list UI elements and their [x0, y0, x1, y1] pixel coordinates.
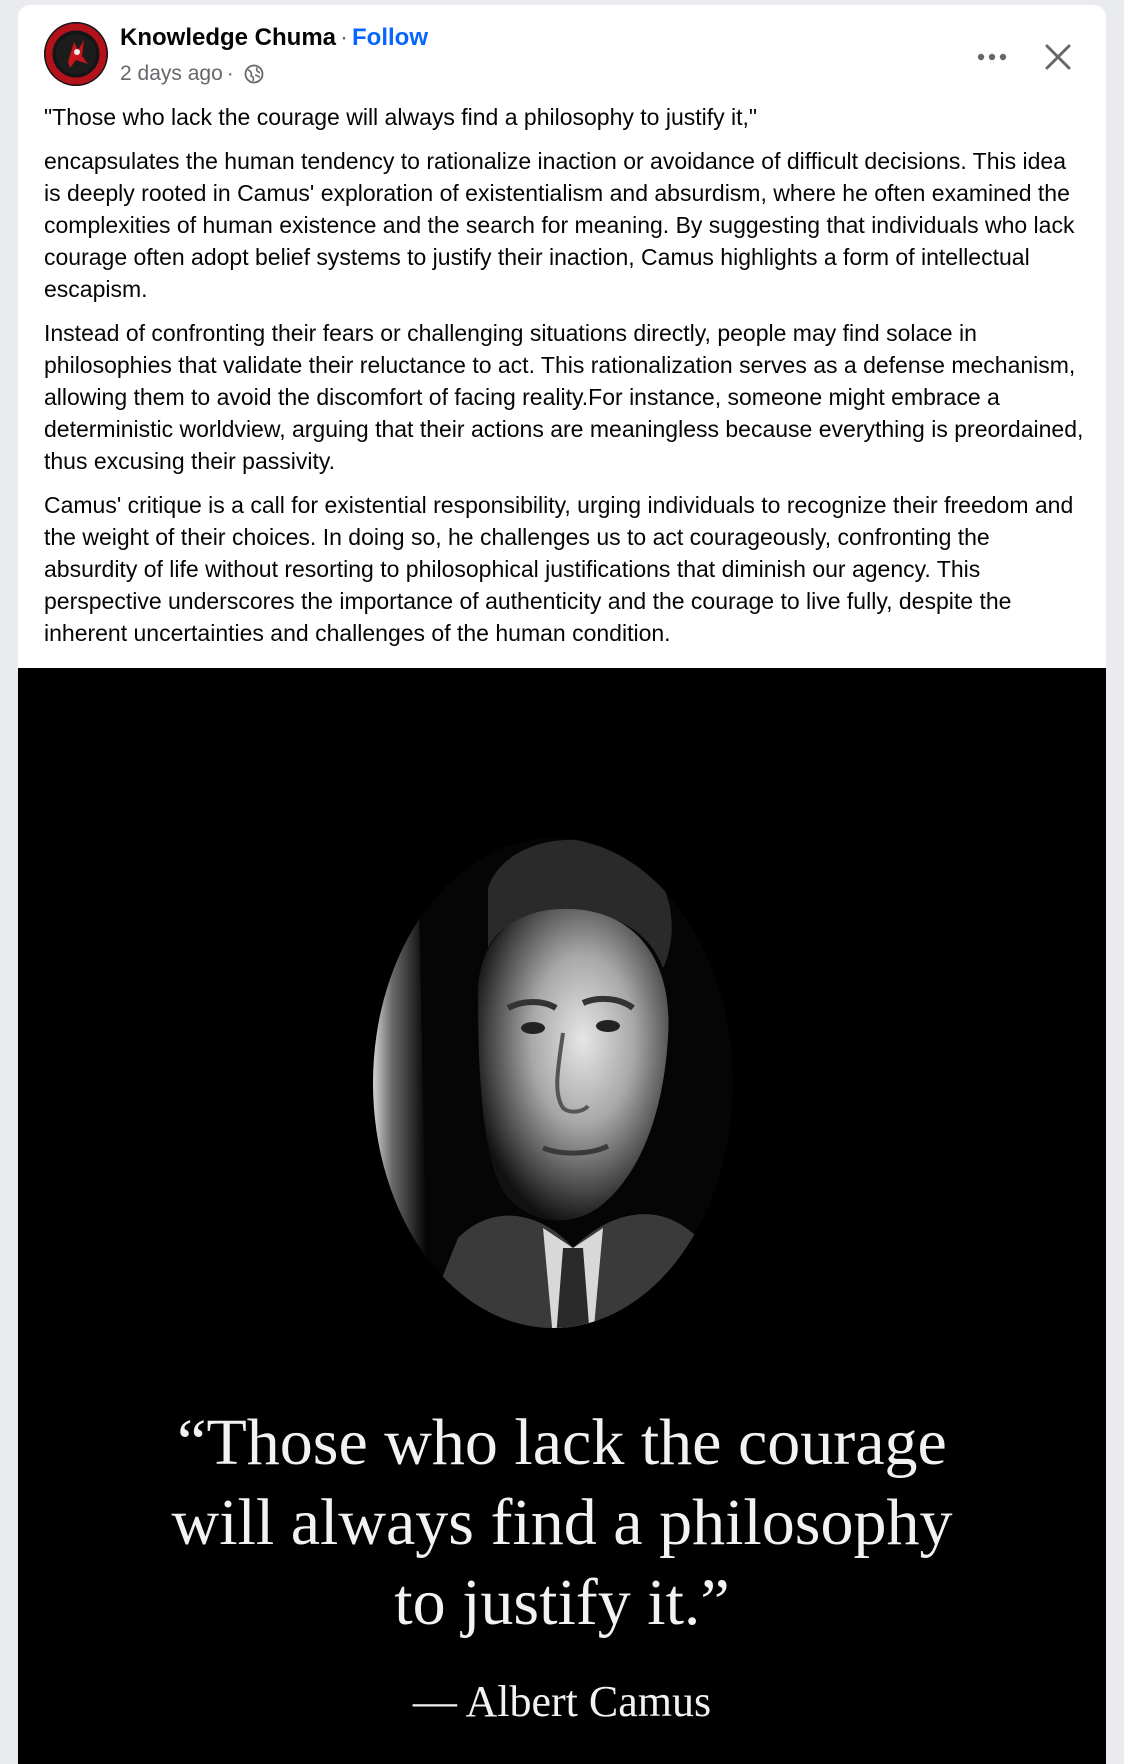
author-name[interactable]: Knowledge Chuma [120, 24, 336, 51]
quote-line: to justify it.” [394, 1566, 730, 1639]
quote-line: “Those who lack the courage [177, 1406, 947, 1479]
avatar[interactable] [44, 22, 108, 86]
author-line: Knowledge Chuma · Follow [120, 23, 428, 53]
post-paragraph: Camus' critique is a call for existentia… [44, 492, 1074, 646]
image-quote: “Those who lack the courage will always … [18, 1403, 1106, 1643]
more-options-icon[interactable] [970, 35, 1014, 79]
post-text: "Those who lack the courage will always … [44, 101, 1084, 661]
timestamp[interactable]: 2 days ago [120, 61, 223, 87]
close-icon[interactable] [1034, 33, 1082, 81]
post-paragraph: "Those who lack the courage will always … [44, 104, 758, 130]
quote-attribution: — Albert Camus [412, 1677, 712, 1726]
post-image[interactable]: “Those who lack the courage will always … [18, 668, 1106, 1764]
post-paragraph: Instead of confronting their fears or ch… [44, 320, 1084, 474]
post-meta: 2 days ago · [120, 61, 264, 87]
meta-separator: · [226, 62, 234, 85]
post-card: Knowledge Chuma · Follow 2 days ago · "T… [18, 5, 1106, 1764]
portrait-image [358, 818, 748, 1338]
quote-line: will always find a philosophy [171, 1486, 953, 1559]
follow-button[interactable]: Follow [352, 24, 428, 51]
separator: · [340, 24, 349, 51]
post-paragraph: encapsulates the human tendency to ratio… [44, 148, 1075, 302]
globe-icon [244, 64, 264, 84]
post-header: Knowledge Chuma · Follow 2 days ago · [18, 5, 1106, 93]
